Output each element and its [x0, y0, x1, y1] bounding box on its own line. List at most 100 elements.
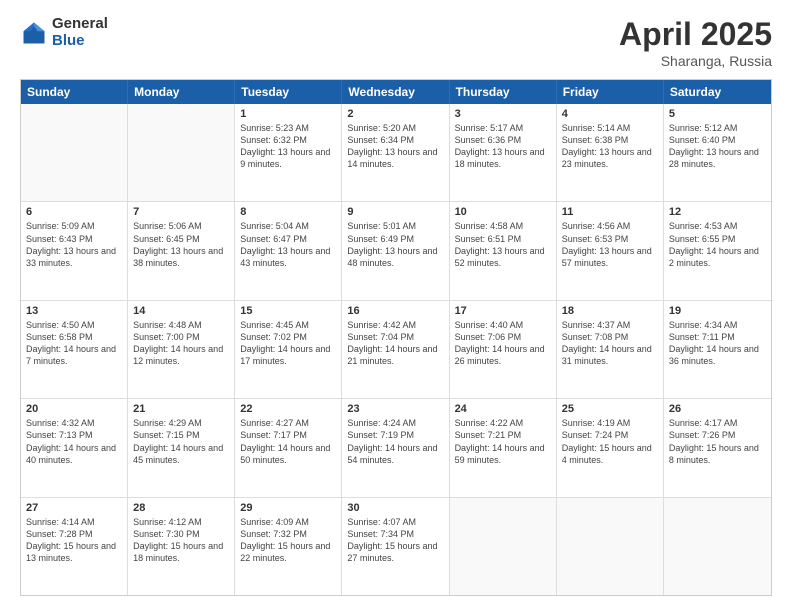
day-number: 6	[26, 206, 122, 218]
cal-week-2: 6Sunrise: 5:09 AM Sunset: 6:43 PM Daylig…	[21, 202, 771, 300]
cal-cell-5-7	[664, 498, 771, 595]
cal-cell-5-5	[450, 498, 557, 595]
cal-cell-2-6: 11 Sunrise: 4:56 AM Sunset: 6:53 PM Dayli…	[557, 202, 664, 299]
day-info: Sunrise: 4:14 AM Sunset: 7:28 PM Dayligh…	[26, 516, 122, 565]
day-number: 18	[562, 305, 658, 317]
cal-cell-3-6: 18 Sunrise: 4:37 AM Sunset: 7:08 PM Dayli…	[557, 301, 664, 398]
day-number: 24	[455, 403, 551, 415]
logo-general-text: General	[52, 16, 108, 33]
day-info: Sunrise: 4:09 AM Sunset: 7:32 PM Dayligh…	[240, 516, 336, 565]
header-wednesday: Wednesday	[342, 80, 449, 104]
cal-cell-3-5: 17Sunrise: 4:40 AM Sunset: 7:06 PM Dayli…	[450, 301, 557, 398]
cal-cell-1-4: 2Sunrise: 5:20 AM Sunset: 6:34 PM Daylig…	[342, 104, 449, 201]
day-number: 22	[240, 403, 336, 415]
cal-cell-3-4: 16 Sunrise: 4:42 AM Sunset: 7:04 PM Dayli…	[342, 301, 449, 398]
day-number: 23	[347, 403, 443, 415]
day-number: 17	[455, 305, 551, 317]
logo-icon	[20, 19, 48, 47]
cal-cell-1-5: 3 Sunrise: 5:17 AM Sunset: 6:36 PM Daylig…	[450, 104, 557, 201]
cal-week-3: 13 Sunrise: 4:50 AM Sunset: 6:58 PM Dayli…	[21, 301, 771, 399]
cal-cell-5-2: 28 Sunrise: 4:12 AM Sunset: 7:30 PM Dayli…	[128, 498, 235, 595]
day-number: 13	[26, 305, 122, 317]
cal-cell-3-1: 13 Sunrise: 4:50 AM Sunset: 6:58 PM Dayli…	[21, 301, 128, 398]
page: General Blue April 2025 Sharanga, Russia…	[0, 0, 792, 612]
title-location: Sharanga, Russia	[619, 53, 772, 69]
day-number: 4	[562, 108, 658, 120]
cal-cell-3-2: 14 Sunrise: 4:48 AM Sunset: 7:00 PM Dayli…	[128, 301, 235, 398]
day-info: Sunrise: 4:19 AM Sunset: 7:24 PM Dayligh…	[562, 417, 658, 466]
day-info: Sunrise: 4:22 AM Sunset: 7:21 PM Dayligh…	[455, 417, 551, 466]
day-info: Sunrise: 5:17 AM Sunset: 6:36 PM Dayligh…	[455, 122, 551, 171]
cal-cell-5-6	[557, 498, 664, 595]
day-info: Sunrise: 4:27 AM Sunset: 7:17 PM Dayligh…	[240, 417, 336, 466]
day-info: Sunrise: 4:50 AM Sunset: 6:58 PM Dayligh…	[26, 319, 122, 368]
day-info: Sunrise: 4:48 AM Sunset: 7:00 PM Dayligh…	[133, 319, 229, 368]
day-number: 21	[133, 403, 229, 415]
cal-cell-2-4: 9 Sunrise: 5:01 AM Sunset: 6:49 PM Daylig…	[342, 202, 449, 299]
day-number: 1	[240, 108, 336, 120]
day-number: 3	[455, 108, 551, 120]
day-number: 14	[133, 305, 229, 317]
day-number: 29	[240, 502, 336, 514]
title-block: April 2025 Sharanga, Russia	[619, 16, 772, 69]
cal-cell-5-1: 27Sunrise: 4:14 AM Sunset: 7:28 PM Dayli…	[21, 498, 128, 595]
day-info: Sunrise: 5:20 AM Sunset: 6:34 PM Dayligh…	[347, 122, 443, 171]
day-number: 28	[133, 502, 229, 514]
day-info: Sunrise: 4:53 AM Sunset: 6:55 PM Dayligh…	[669, 220, 766, 269]
header-monday: Monday	[128, 80, 235, 104]
cal-cell-4-1: 20Sunrise: 4:32 AM Sunset: 7:13 PM Dayli…	[21, 399, 128, 496]
header-tuesday: Tuesday	[235, 80, 342, 104]
day-number: 19	[669, 305, 766, 317]
day-info: Sunrise: 5:01 AM Sunset: 6:49 PM Dayligh…	[347, 220, 443, 269]
day-info: Sunrise: 5:12 AM Sunset: 6:40 PM Dayligh…	[669, 122, 766, 171]
day-info: Sunrise: 4:12 AM Sunset: 7:30 PM Dayligh…	[133, 516, 229, 565]
cal-cell-4-6: 25Sunrise: 4:19 AM Sunset: 7:24 PM Dayli…	[557, 399, 664, 496]
day-info: Sunrise: 4:24 AM Sunset: 7:19 PM Dayligh…	[347, 417, 443, 466]
day-info: Sunrise: 4:45 AM Sunset: 7:02 PM Dayligh…	[240, 319, 336, 368]
day-number: 5	[669, 108, 766, 120]
day-info: Sunrise: 5:04 AM Sunset: 6:47 PM Dayligh…	[240, 220, 336, 269]
day-info: Sunrise: 4:37 AM Sunset: 7:08 PM Dayligh…	[562, 319, 658, 368]
day-info: Sunrise: 4:07 AM Sunset: 7:34 PM Dayligh…	[347, 516, 443, 565]
logo: General Blue	[20, 16, 108, 49]
cal-cell-2-2: 7Sunrise: 5:06 AM Sunset: 6:45 PM Daylig…	[128, 202, 235, 299]
day-number: 11	[562, 206, 658, 218]
header-saturday: Saturday	[664, 80, 771, 104]
logo-text: General Blue	[52, 16, 108, 49]
cal-cell-4-2: 21 Sunrise: 4:29 AM Sunset: 7:15 PM Dayli…	[128, 399, 235, 496]
cal-cell-2-1: 6Sunrise: 5:09 AM Sunset: 6:43 PM Daylig…	[21, 202, 128, 299]
cal-week-4: 20Sunrise: 4:32 AM Sunset: 7:13 PM Dayli…	[21, 399, 771, 497]
cal-cell-4-3: 22 Sunrise: 4:27 AM Sunset: 7:17 PM Dayli…	[235, 399, 342, 496]
day-number: 16	[347, 305, 443, 317]
cal-cell-1-2	[128, 104, 235, 201]
day-info: Sunrise: 4:58 AM Sunset: 6:51 PM Dayligh…	[455, 220, 551, 269]
calendar: Sunday Monday Tuesday Wednesday Thursday…	[20, 79, 772, 596]
day-info: Sunrise: 4:29 AM Sunset: 7:15 PM Dayligh…	[133, 417, 229, 466]
cal-cell-1-7: 5 Sunrise: 5:12 AM Sunset: 6:40 PM Daylig…	[664, 104, 771, 201]
title-month: April 2025	[619, 16, 772, 53]
cal-cell-2-3: 8Sunrise: 5:04 AM Sunset: 6:47 PM Daylig…	[235, 202, 342, 299]
day-info: Sunrise: 4:56 AM Sunset: 6:53 PM Dayligh…	[562, 220, 658, 269]
day-info: Sunrise: 4:42 AM Sunset: 7:04 PM Dayligh…	[347, 319, 443, 368]
day-number: 10	[455, 206, 551, 218]
day-info: Sunrise: 5:06 AM Sunset: 6:45 PM Dayligh…	[133, 220, 229, 269]
cal-cell-4-5: 24 Sunrise: 4:22 AM Sunset: 7:21 PM Dayli…	[450, 399, 557, 496]
cal-week-5: 27Sunrise: 4:14 AM Sunset: 7:28 PM Dayli…	[21, 498, 771, 595]
day-info: Sunrise: 4:34 AM Sunset: 7:11 PM Dayligh…	[669, 319, 766, 368]
cal-cell-1-6: 4Sunrise: 5:14 AM Sunset: 6:38 PM Daylig…	[557, 104, 664, 201]
cal-cell-3-3: 15 Sunrise: 4:45 AM Sunset: 7:02 PM Dayli…	[235, 301, 342, 398]
day-number: 12	[669, 206, 766, 218]
day-number: 15	[240, 305, 336, 317]
cal-cell-5-3: 29 Sunrise: 4:09 AM Sunset: 7:32 PM Dayli…	[235, 498, 342, 595]
calendar-header: Sunday Monday Tuesday Wednesday Thursday…	[21, 80, 771, 104]
day-number: 20	[26, 403, 122, 415]
day-info: Sunrise: 4:17 AM Sunset: 7:26 PM Dayligh…	[669, 417, 766, 466]
cal-cell-1-3: 1 Sunrise: 5:23 AM Sunset: 6:32 PM Daylig…	[235, 104, 342, 201]
cal-cell-4-4: 23 Sunrise: 4:24 AM Sunset: 7:19 PM Dayli…	[342, 399, 449, 496]
cal-cell-5-4: 30Sunrise: 4:07 AM Sunset: 7:34 PM Dayli…	[342, 498, 449, 595]
cal-cell-2-7: 12 Sunrise: 4:53 AM Sunset: 6:55 PM Dayli…	[664, 202, 771, 299]
day-info: Sunrise: 5:23 AM Sunset: 6:32 PM Dayligh…	[240, 122, 336, 171]
day-number: 26	[669, 403, 766, 415]
day-number: 9	[347, 206, 443, 218]
header: General Blue April 2025 Sharanga, Russia	[20, 16, 772, 69]
